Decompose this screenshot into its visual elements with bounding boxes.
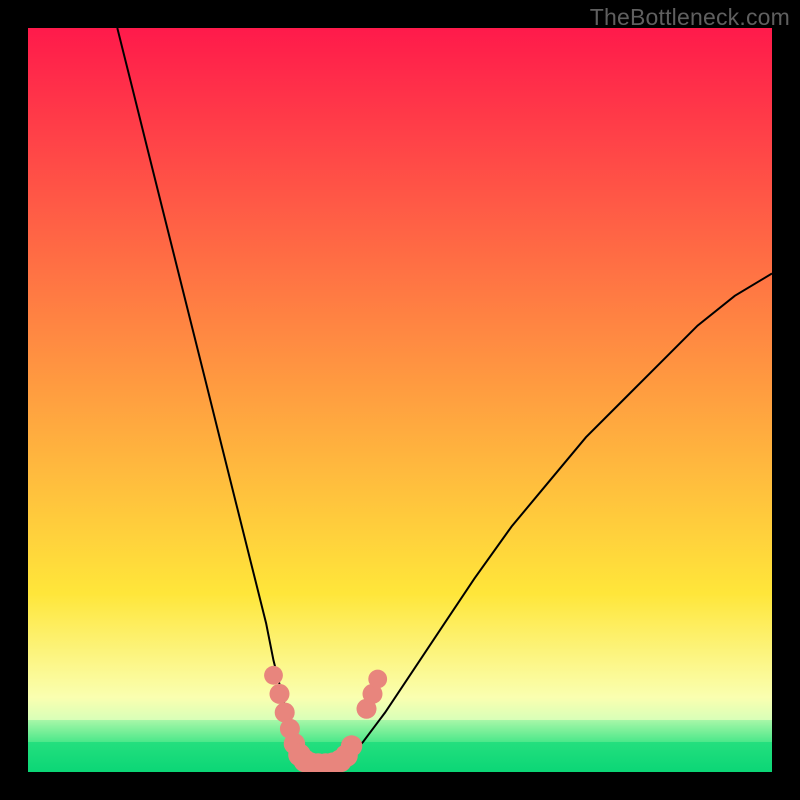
plot-area [28,28,772,772]
watermark-text: TheBottleneck.com [590,4,790,31]
background-gradient [28,28,772,772]
marker-point [270,684,290,704]
marker-point [368,670,387,689]
marker-point [264,666,283,685]
marker-point [341,735,362,756]
plot-svg [28,28,772,772]
chart-frame: TheBottleneck.com [0,0,800,800]
